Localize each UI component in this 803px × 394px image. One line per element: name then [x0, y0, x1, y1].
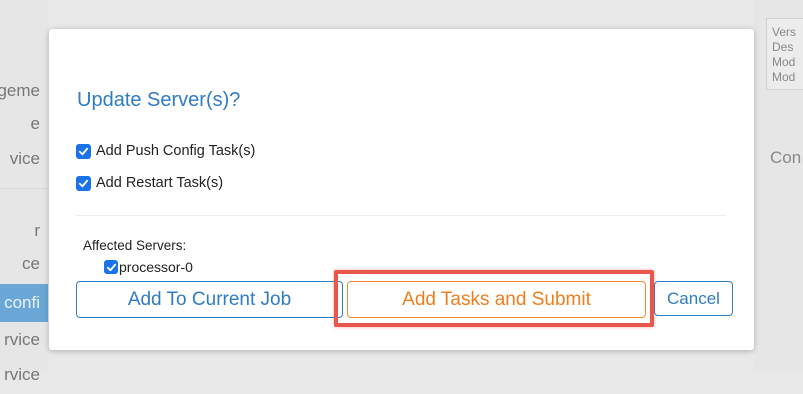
- background-info-line: Des: [772, 40, 794, 54]
- push-config-label: Add Push Config Task(s): [96, 143, 256, 159]
- affected-servers-label: Affected Servers:: [83, 238, 187, 253]
- background-nav-item: rvice: [4, 365, 40, 384]
- checkmark-icon: [78, 179, 89, 187]
- add-to-current-job-button[interactable]: Add To Current Job: [76, 281, 343, 318]
- dialog-divider: [76, 215, 726, 216]
- checkmark-icon: [106, 263, 116, 271]
- add-tasks-and-submit-button[interactable]: Add Tasks and Submit: [347, 281, 646, 318]
- background-info-line: Mod: [772, 55, 796, 69]
- checkmark-icon: [78, 147, 89, 155]
- background-section-heading: Con: [770, 148, 802, 167]
- restart-option[interactable]: Add Restart Task(s): [76, 175, 223, 191]
- update-servers-dialog: Update Server(s)? Add Push Config Task(s…: [49, 29, 754, 350]
- restart-checkbox[interactable]: [76, 175, 91, 191]
- background-nav-item: ce: [22, 254, 40, 273]
- background-details-panel: Vers Des Mod Mod Con: [754, 0, 803, 372]
- restart-label: Add Restart Task(s): [96, 175, 224, 191]
- background-info-line: Vers: [772, 25, 797, 39]
- background-sidebar: geme e vice r ce confi rvice rvice: [0, 0, 48, 384]
- server-checkbox[interactable]: [104, 260, 118, 274]
- background-nav-item: rvice: [4, 330, 40, 349]
- background-divider: [0, 188, 48, 189]
- background-nav-item: e: [30, 114, 40, 133]
- push-config-option[interactable]: Add Push Config Task(s): [76, 143, 255, 159]
- dialog-title: Update Server(s)?: [77, 89, 241, 111]
- server-name: processor-0: [119, 259, 193, 275]
- cancel-button[interactable]: Cancel: [654, 281, 733, 316]
- background-info-box: Vers Des Mod Mod: [766, 18, 803, 90]
- background-nav-item-active: confi: [0, 284, 48, 322]
- background-nav-item: vice: [9, 149, 40, 168]
- background-info-line: Mod: [772, 70, 796, 84]
- server-item-processor-0[interactable]: processor-0: [104, 259, 193, 275]
- push-config-checkbox[interactable]: [76, 143, 91, 159]
